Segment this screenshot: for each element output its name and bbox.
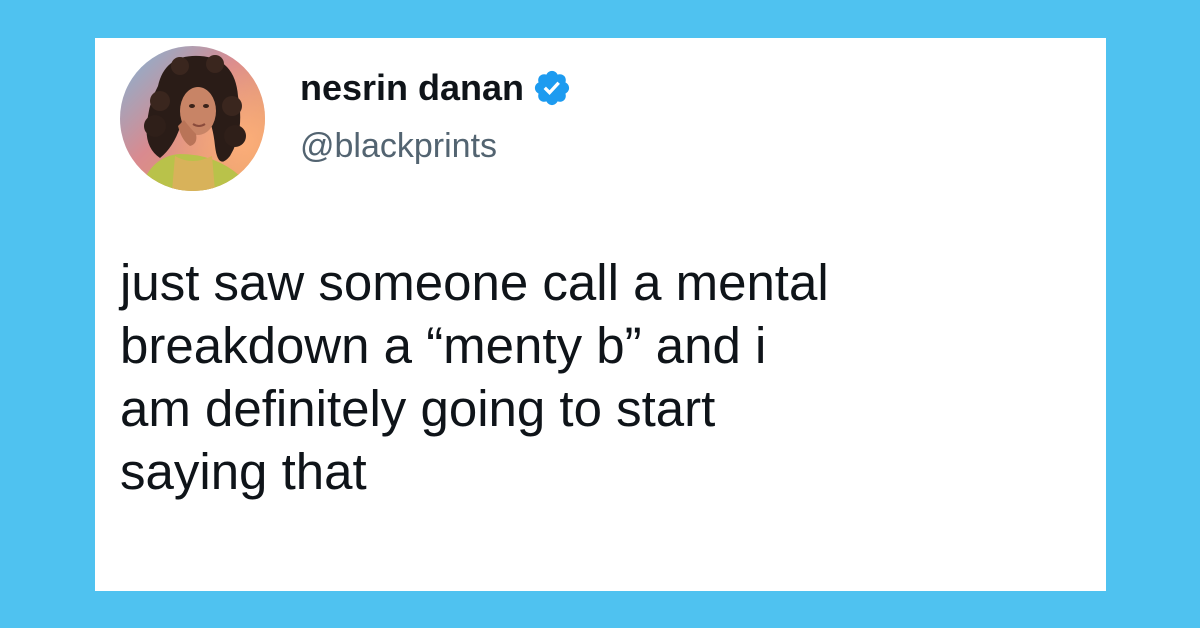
display-name[interactable]: nesrin danan	[300, 68, 524, 108]
avatar[interactable]	[120, 46, 265, 191]
verified-badge-icon	[532, 68, 572, 108]
avatar-image	[120, 46, 265, 191]
user-handle[interactable]: @blackprints	[300, 126, 497, 166]
author-name-row: nesrin danan	[300, 68, 572, 108]
tweet-text: just saw someone call a mental breakdown…	[120, 254, 829, 500]
tweet-card: nesrin danan @blackprints just saw someo…	[95, 38, 1106, 591]
